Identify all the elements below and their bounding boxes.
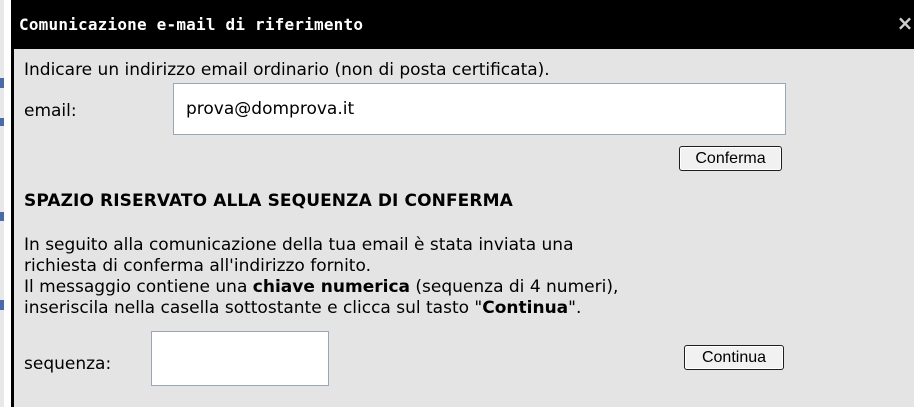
- instructions-line-1: In seguito alla comunicazione della tua …: [24, 235, 574, 255]
- sequence-label: sequenza:: [24, 354, 112, 374]
- numeric-key-emphasis: chiave numerica: [252, 277, 410, 297]
- instructions-line-4-suffix: ".: [568, 298, 582, 318]
- instructions-line-3: Il messaggio contiene una chiave numeric…: [24, 277, 618, 298]
- sequence-input[interactable]: [151, 331, 329, 386]
- email-input[interactable]: [173, 83, 786, 135]
- instructions-line-2: richiesta di conferma all'indirizzo forn…: [24, 256, 371, 276]
- instructions-line-4: inseriscila nella casella sottostante e …: [24, 298, 618, 319]
- instructions-line-4-prefix: inseriscila nella casella sottostante e …: [24, 298, 483, 318]
- confirmation-section-title: SPAZIO RISERVATO ALLA SEQUENZA DI CONFER…: [24, 191, 513, 211]
- background-link-fragment: [0, 212, 4, 221]
- background-link-fragment: [0, 78, 4, 88]
- background-page-edge: [0, 0, 4, 407]
- continua-button[interactable]: Continua: [684, 345, 784, 370]
- email-instructions: Indicare un indirizzo email ordinario (n…: [24, 60, 550, 80]
- background-link-fragment: [0, 118, 4, 126]
- instructions-line-3-suffix: (sequenza di 4 numeri),: [410, 277, 619, 297]
- instructions-line-3-prefix: Il messaggio contiene una: [24, 277, 253, 297]
- dialog-title-bar[interactable]: Comunicazione e-mail di riferimento ×: [14, 0, 914, 49]
- confirmation-instructions: In seguito alla comunicazione della tua …: [24, 235, 618, 319]
- dialog-title: Comunicazione e-mail di riferimento: [19, 15, 364, 34]
- background-link-fragment: [0, 300, 4, 310]
- email-reference-dialog: Comunicazione e-mail di riferimento × In…: [11, 0, 914, 407]
- close-icon[interactable]: ×: [896, 12, 914, 34]
- conferma-button[interactable]: Conferma: [679, 146, 782, 171]
- continua-emphasis: Continua: [482, 298, 569, 318]
- email-label: email:: [24, 101, 77, 121]
